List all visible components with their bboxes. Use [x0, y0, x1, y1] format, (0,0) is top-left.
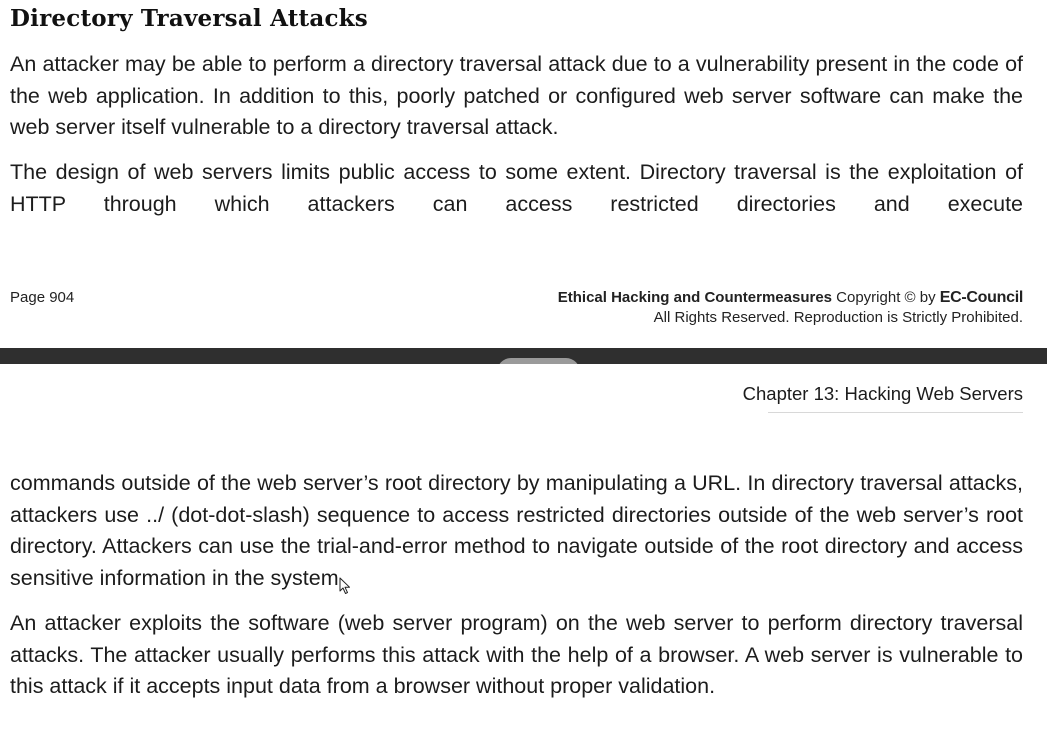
page-number: Page 904 — [10, 289, 75, 306]
document-page-904: Directory Traversal Attacks An attacker … — [0, 0, 1047, 348]
page-footer-copyright: Ethical Hacking and Countermeasures Copy… — [557, 288, 1024, 328]
chapter-header: Chapter 13: Hacking Web Servers — [742, 383, 1023, 404]
publisher-logo-text: EC-Council — [939, 289, 1024, 306]
header-rule — [768, 412, 1023, 413]
paragraph-commands: commands outside of the web server’s roo… — [10, 471, 1023, 590]
section-heading: Directory Traversal Attacks — [10, 5, 368, 32]
copyright-text: Copyright © by — [832, 289, 940, 306]
paragraph-intro: An attacker may be able to perform a dir… — [10, 52, 1023, 140]
book-title: Ethical Hacking and Countermeasures — [557, 289, 832, 306]
paragraph-exploit: An attacker exploits the software (web s… — [10, 611, 1023, 699]
rights-line: All Rights Reserved. Reproduction is Str… — [653, 309, 1023, 326]
paragraph-design: The design of web servers limits public … — [10, 160, 1023, 216]
copyright-line: Ethical Hacking and Countermeasures Copy… — [557, 288, 1024, 308]
mouse-cursor-icon — [339, 577, 350, 594]
